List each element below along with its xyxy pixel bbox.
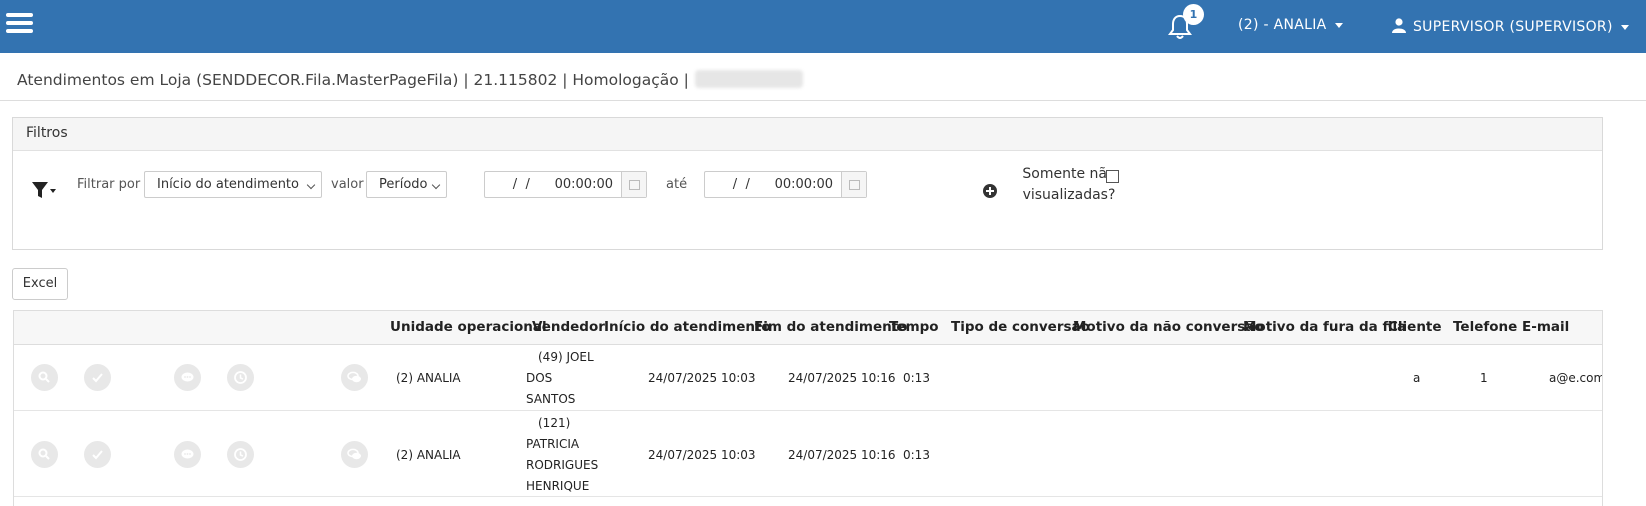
table-row[interactable]: (2) ANALIA (121) PATRICIA RODRIGUES HENR…	[14, 411, 1602, 497]
cell-email: a@e.com	[1549, 371, 1603, 385]
col-motivo-nao-conversao[interactable]: Motivo da não conversão	[1073, 319, 1264, 335]
clock-icon[interactable]	[227, 364, 254, 391]
col-vendedor[interactable]: Vendedor	[532, 319, 605, 335]
comment-icon[interactable]	[174, 441, 201, 468]
cell-unidade: (2) ANALIA	[396, 371, 461, 385]
unit-dropdown[interactable]: (2) - ANALIA	[1238, 17, 1343, 33]
add-filter-icon[interactable]	[983, 184, 997, 198]
value-label: valor	[331, 177, 364, 192]
filter-by-select-value: Início do atendimento	[157, 177, 299, 192]
user-dropdown[interactable]: SUPERVISOR (SUPERVISOR)	[1391, 17, 1629, 35]
only-unviewed-label: Somente não visualizadas?	[1022, 166, 1116, 203]
redacted-text	[694, 70, 803, 88]
cell-cliente: a	[1413, 371, 1421, 385]
table-row[interactable]: (2) ANALIA (49) JOEL DOS SANTOS FREITAS …	[14, 345, 1603, 427]
until-label: até	[666, 177, 688, 192]
col-cliente[interactable]: Cliente	[1388, 319, 1442, 335]
cell-inicio: 24/07/2025 10:03	[648, 448, 756, 462]
filter-by-select[interactable]: Início do atendimento	[144, 171, 322, 198]
col-tipo-conversao[interactable]: Tipo de conversão	[951, 319, 1090, 335]
date-to-input[interactable]: / / 00:00:00	[704, 171, 867, 198]
attendances-table: Unidade operacional Vendedor Início do a…	[13, 310, 1603, 506]
col-inicio[interactable]: Início do atendimento	[604, 319, 771, 335]
only-unviewed-checkbox[interactable]	[1106, 170, 1119, 183]
cell-vendedor: (121) PATRICIA RODRIGUES HENRIQUE	[526, 416, 599, 493]
date-to-value: / / 00:00:00	[724, 177, 833, 192]
value-select[interactable]: Período	[366, 171, 447, 198]
filters-panel: Filtros Filtrar por Início do atendiment…	[12, 117, 1603, 250]
page-title-text: Atendimentos em Loja (SENDDECOR.Fila.Mas…	[17, 71, 689, 89]
col-unidade[interactable]: Unidade operacional	[390, 319, 547, 335]
user-dropdown-label: SUPERVISOR (SUPERVISOR)	[1413, 19, 1613, 35]
col-motivo-fura-fila[interactable]: Motivo da fura da fila	[1243, 319, 1406, 335]
cell-tempo: 0:13	[903, 371, 930, 385]
date-from-value: / / 00:00:00	[504, 177, 613, 192]
chat-icon[interactable]	[341, 441, 368, 468]
top-navbar: 1 (2) - ANALIA SUPERVISOR (SUPERVISOR)	[0, 0, 1646, 53]
unit-dropdown-label: (2) - ANALIA	[1238, 17, 1327, 33]
cell-tempo: 0:13	[903, 448, 930, 462]
calendar-icon[interactable]	[841, 172, 866, 197]
divider	[0, 100, 1646, 101]
check-icon[interactable]	[84, 364, 111, 391]
clock-icon[interactable]	[227, 441, 254, 468]
cell-fim: 24/07/2025 10:16	[788, 371, 896, 385]
check-icon[interactable]	[84, 441, 111, 468]
filter-icon[interactable]	[31, 180, 57, 200]
chevron-down-icon	[431, 180, 441, 190]
calendar-icon[interactable]	[621, 172, 646, 197]
date-from-input[interactable]: / / 00:00:00	[484, 171, 647, 198]
hamburger-menu-icon[interactable]	[6, 13, 33, 35]
cell-inicio: 24/07/2025 10:03	[648, 371, 756, 385]
user-icon	[1392, 18, 1406, 33]
filter-by-label: Filtrar por	[77, 177, 141, 192]
comment-icon[interactable]	[174, 364, 201, 391]
page-title: Atendimentos em Loja (SENDDECOR.Fila.Mas…	[17, 70, 803, 89]
col-tempo[interactable]: Tempo	[889, 319, 939, 335]
chevron-down-icon	[306, 180, 316, 190]
col-email[interactable]: E-mail	[1522, 319, 1569, 335]
filters-panel-title: Filtros	[13, 118, 1602, 151]
caret-down-icon	[1620, 24, 1629, 30]
col-telefone[interactable]: Telefone	[1453, 319, 1517, 335]
col-fim[interactable]: Fim do atendimento	[754, 319, 907, 335]
chat-icon[interactable]	[341, 364, 368, 391]
search-icon[interactable]	[31, 441, 58, 468]
excel-export-button[interactable]: Excel	[12, 268, 68, 300]
caret-down-icon	[1334, 22, 1343, 28]
notification-badge[interactable]: 1	[1183, 4, 1204, 25]
value-select-value: Período	[379, 177, 428, 192]
table-header: Unidade operacional Vendedor Início do a…	[14, 311, 1602, 345]
search-icon[interactable]	[31, 364, 58, 391]
cell-fim: 24/07/2025 10:16	[788, 448, 896, 462]
cell-unidade: (2) ANALIA	[396, 448, 461, 462]
cell-telefone: 1	[1480, 371, 1488, 385]
